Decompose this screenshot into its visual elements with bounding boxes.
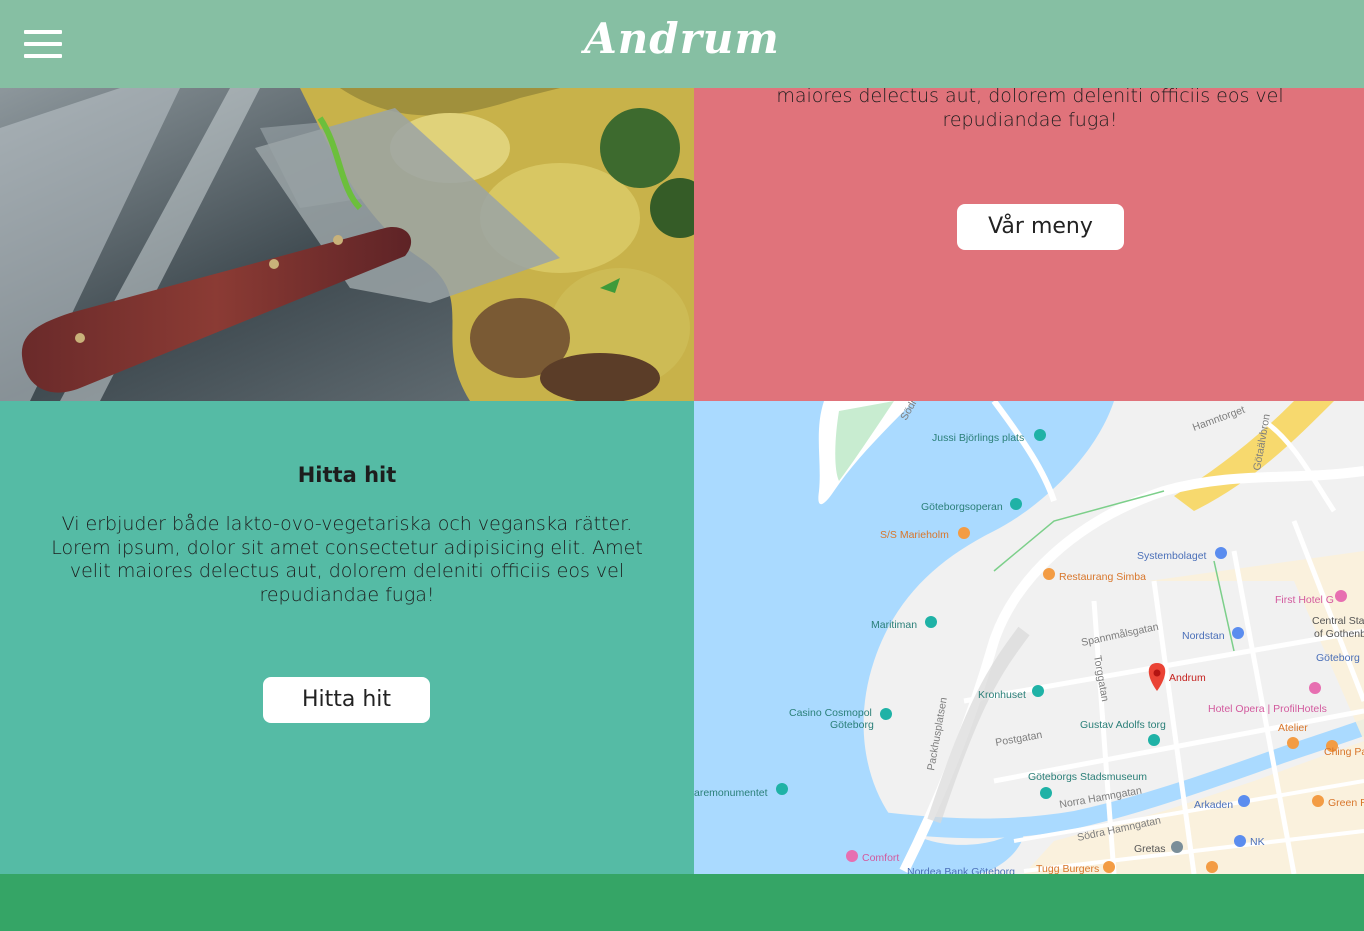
map-label-opera: Göteborgsoperan bbox=[921, 501, 1003, 513]
map-label-firsthotel: First Hotel G bbox=[1275, 594, 1334, 606]
map-label-greenr: Green R bbox=[1328, 797, 1364, 809]
map-label-goteborg: Göteborg bbox=[1316, 652, 1360, 664]
map-label-tugg: Tugg Burgers bbox=[1036, 863, 1099, 874]
map-label-atelier: Atelier bbox=[1278, 722, 1308, 734]
map-label-hotelopera: Hotel Opera | ProfilHotels bbox=[1208, 703, 1327, 715]
map-label-nordstan: Nordstan bbox=[1182, 630, 1225, 642]
find-us-description: Vi erbjuder både lakto-ovo-vegetariska o… bbox=[51, 513, 643, 606]
map-label-kronhuset: Kronhuset bbox=[978, 689, 1026, 701]
map-label-chingpa: Ching Pa bbox=[1324, 746, 1364, 758]
find-us-section: Hitta hit Vi erbjuder både lakto-ovo-veg… bbox=[0, 401, 694, 874]
map-label-maritiman: Maritiman bbox=[871, 619, 917, 631]
map-label-stadsmuseum: Göteborgs Stadsmuseum bbox=[1028, 771, 1147, 783]
map-label-comfort: Comfort bbox=[862, 852, 899, 864]
map-label-casino2: Göteborg bbox=[830, 719, 874, 731]
site-header: Andrum bbox=[0, 0, 1364, 88]
menu-description: maiores delectus aut, dolorem deleniti o… bbox=[776, 88, 1284, 131]
map-label-central: Central Sta bbox=[1312, 615, 1364, 627]
site-footer bbox=[0, 874, 1364, 931]
map-label-systembolaget: Systembolaget bbox=[1137, 550, 1207, 562]
map-label-gustav: Gustav Adolfs torg bbox=[1080, 719, 1166, 731]
our-menu-button[interactable]: Vår meny bbox=[957, 204, 1124, 250]
map-label-andrum: Andrum bbox=[1169, 672, 1206, 684]
map-label-simba: Restaurang Simba bbox=[1059, 571, 1146, 583]
map-label-casino: Casino Cosmopol bbox=[789, 707, 872, 719]
food-photo bbox=[0, 88, 694, 401]
find-us-button[interactable]: Hitta hit bbox=[263, 677, 430, 723]
map-label-marieholm: S/S Marieholm bbox=[880, 529, 949, 541]
map-label-gretas: Gretas bbox=[1134, 843, 1166, 855]
find-us-title: Hitta hit bbox=[297, 463, 397, 487]
map-label-monumentet: aremonumentet bbox=[694, 787, 768, 799]
map-label-jussi: Jussi Björlings plats bbox=[932, 432, 1024, 444]
map-label-arkaden: Arkaden bbox=[1194, 799, 1233, 811]
map-label-gothenburg: of Gothenb bbox=[1314, 628, 1364, 640]
site-logo[interactable]: Andrum bbox=[0, 14, 1364, 63]
map-label-nordea: Nordea Bank Göteborg bbox=[907, 866, 1015, 874]
location-map[interactable]: Jussi Björlings plats Hamntorget Götaälv… bbox=[694, 401, 1364, 874]
menu-section: maiores delectus aut, dolorem deleniti o… bbox=[694, 88, 1364, 401]
map-label-nk: NK bbox=[1250, 836, 1265, 848]
